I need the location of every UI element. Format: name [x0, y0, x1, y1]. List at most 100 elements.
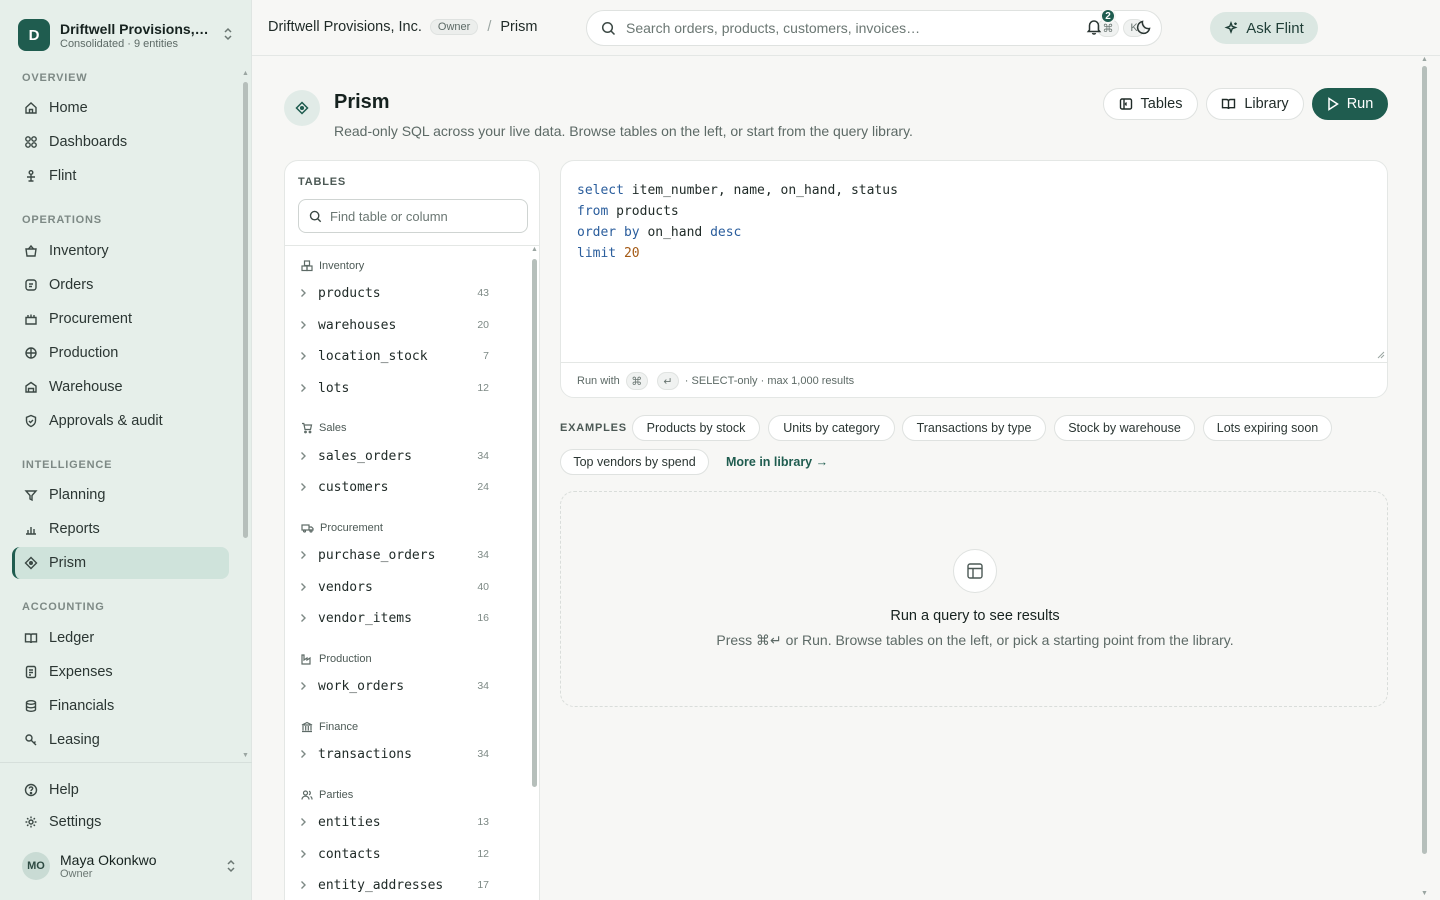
- editor-footer: Run with ⌘ ↵ · SELECT-only · max 1,000 r…: [561, 362, 1387, 397]
- sql-editor[interactable]: select item_number, name, on_hand, statu…: [560, 160, 1388, 398]
- moon-icon[interactable]: [1136, 19, 1152, 35]
- sidebar-item-home[interactable]: Home: [12, 92, 229, 124]
- table-row[interactable]: warehouses 20: [299, 313, 489, 337]
- org-avatar: D: [18, 19, 50, 51]
- table-row[interactable]: work_orders 34: [299, 674, 489, 698]
- table-row[interactable]: purchase_orders 34: [299, 543, 489, 567]
- sidebar-scrollbar[interactable]: [243, 82, 248, 538]
- scroll-up-arrow[interactable]: ▲: [242, 70, 249, 77]
- ledger-icon: [23, 630, 39, 646]
- table-search-input[interactable]: [330, 208, 520, 224]
- book-icon: [1221, 97, 1244, 111]
- sidebar-item-ledger[interactable]: Ledger: [12, 622, 229, 654]
- chevron-right-icon: [299, 849, 313, 859]
- table-row[interactable]: vendors 40: [299, 575, 489, 599]
- nav-section-accounting: ACCOUNTING: [22, 601, 105, 613]
- sidebar-item-settings[interactable]: Settings: [12, 806, 229, 838]
- notification-badge: 2: [1100, 8, 1116, 24]
- scroll-up-arrow[interactable]: ▲: [531, 246, 538, 253]
- sidebar-item-procurement[interactable]: Procurement: [12, 303, 229, 335]
- sidebar-item-dashboards[interactable]: Dashboards: [12, 126, 229, 158]
- sidebar-item-prism[interactable]: Prism: [12, 547, 229, 579]
- tables-scrollbar[interactable]: [532, 259, 537, 787]
- prism-icon: [284, 90, 320, 126]
- sparkle-icon: [1224, 20, 1246, 36]
- example-chip-transactions-by-type[interactable]: Transactions by type: [902, 415, 1046, 441]
- table-group-inventory: Inventory: [301, 260, 364, 272]
- scroll-down-arrow[interactable]: ▼: [242, 752, 249, 759]
- bell-icon[interactable]: [1086, 18, 1102, 35]
- sidebar-item-inventory[interactable]: Inventory: [12, 235, 229, 267]
- results-area: Run a query to see results Press ⌘↵ or R…: [560, 491, 1388, 707]
- scroll-up-arrow[interactable]: ▲: [1421, 56, 1428, 63]
- sidebar-item-orders[interactable]: Orders: [12, 269, 229, 301]
- tables-button[interactable]: Tables: [1103, 88, 1198, 120]
- search-icon: [601, 21, 616, 36]
- chevron-right-icon: [299, 320, 313, 330]
- sidebar-item-reports[interactable]: Reports: [12, 513, 229, 545]
- chevron-right-icon: [299, 817, 313, 827]
- table-group-sales: Sales: [301, 422, 347, 434]
- table-group-parties: Parties: [301, 789, 353, 801]
- table-row[interactable]: lots 12: [299, 376, 489, 400]
- empty-results-title: Run a query to see results: [890, 608, 1060, 624]
- table-group-production: Production: [301, 653, 372, 665]
- library-button[interactable]: Library: [1206, 88, 1304, 120]
- sql-line: order by on_hand desc: [577, 225, 742, 240]
- sidebar-item-planning[interactable]: Planning: [12, 479, 229, 511]
- users-icon: [301, 789, 319, 801]
- more-in-library-link[interactable]: More in library →: [726, 455, 828, 469]
- chevron-right-icon: [299, 582, 313, 592]
- tables-panel-title: TABLES: [298, 176, 346, 188]
- sidebar-item-leasing[interactable]: Leasing: [12, 724, 229, 756]
- chevron-right-icon: [299, 351, 313, 361]
- sidebar-item-financials[interactable]: Financials: [12, 690, 229, 722]
- org-switcher[interactable]: D Driftwell Provisions, Inc. Consolidate…: [18, 18, 238, 52]
- user-menu[interactable]: MO Maya Okonkwo Owner: [22, 850, 237, 882]
- sidebar-item-flint[interactable]: Flint: [12, 160, 229, 192]
- sidebar-item-help[interactable]: Help: [12, 774, 229, 806]
- sql-line: from products: [577, 204, 679, 219]
- table-row[interactable]: entity_addresses 17: [299, 873, 489, 897]
- org-subtitle: Consolidated · 9 entities: [60, 37, 179, 50]
- nav-scroll-area[interactable]: OVERVIEW Home Dashboards Flint OPERATION…: [0, 60, 252, 760]
- example-chip-lots-expiring-soon[interactable]: Lots expiring soon: [1203, 415, 1332, 441]
- search-input[interactable]: [626, 20, 1066, 36]
- sidebar-item-expenses[interactable]: Expenses: [12, 656, 229, 688]
- example-chip-top-vendors-by-spend[interactable]: Top vendors by spend: [560, 449, 709, 475]
- home-icon: [23, 100, 39, 116]
- table-row[interactable]: contacts 12: [299, 842, 489, 866]
- org-name: Driftwell Provisions, Inc.: [60, 20, 210, 37]
- table-row[interactable]: transactions 34: [299, 742, 489, 766]
- sidebar-item-approvals[interactable]: Approvals & audit: [12, 405, 229, 437]
- breadcrumb-org[interactable]: Driftwell Provisions, Inc.: [268, 19, 422, 35]
- table-row[interactable]: vendor_items 16: [299, 606, 489, 630]
- resize-handle-icon[interactable]: [1377, 351, 1385, 359]
- chevron-right-icon: [299, 550, 313, 560]
- sql-code[interactable]: select item_number, name, on_hand, statu…: [577, 180, 898, 264]
- nav-section-operations: OPERATIONS: [22, 214, 102, 226]
- table-row[interactable]: entities 13: [299, 810, 489, 834]
- example-chip-units-by-category[interactable]: Units by category: [768, 415, 895, 441]
- user-name: Maya Okonkwo: [60, 852, 157, 868]
- ask-flint-button[interactable]: Ask Flint: [1210, 12, 1318, 44]
- sql-line: select item_number, name, on_hand, statu…: [577, 183, 898, 198]
- sidebar-item-warehouse[interactable]: Warehouse: [12, 371, 229, 403]
- main-scrollbar[interactable]: [1422, 66, 1427, 854]
- example-chip-products-by-stock[interactable]: Products by stock: [632, 415, 760, 441]
- help-icon: [23, 782, 39, 798]
- production-icon: [23, 345, 39, 361]
- table-row[interactable]: sales_orders 34: [299, 444, 489, 468]
- dashboards-icon: [23, 134, 39, 150]
- table-group-finance: Finance: [301, 721, 358, 733]
- table-row[interactable]: products 43: [299, 281, 489, 305]
- table-search[interactable]: [298, 199, 528, 233]
- global-search[interactable]: ⌘ K: [586, 10, 1162, 46]
- sidebar-item-production[interactable]: Production: [12, 337, 229, 369]
- example-chip-stock-by-warehouse[interactable]: Stock by warehouse: [1054, 415, 1195, 441]
- table-row[interactable]: location_stock 7: [299, 344, 489, 368]
- run-button[interactable]: Run: [1312, 88, 1388, 120]
- truck-icon: [301, 522, 320, 534]
- table-row[interactable]: customers 24: [299, 475, 489, 499]
- scroll-down-arrow[interactable]: ▼: [1421, 890, 1428, 897]
